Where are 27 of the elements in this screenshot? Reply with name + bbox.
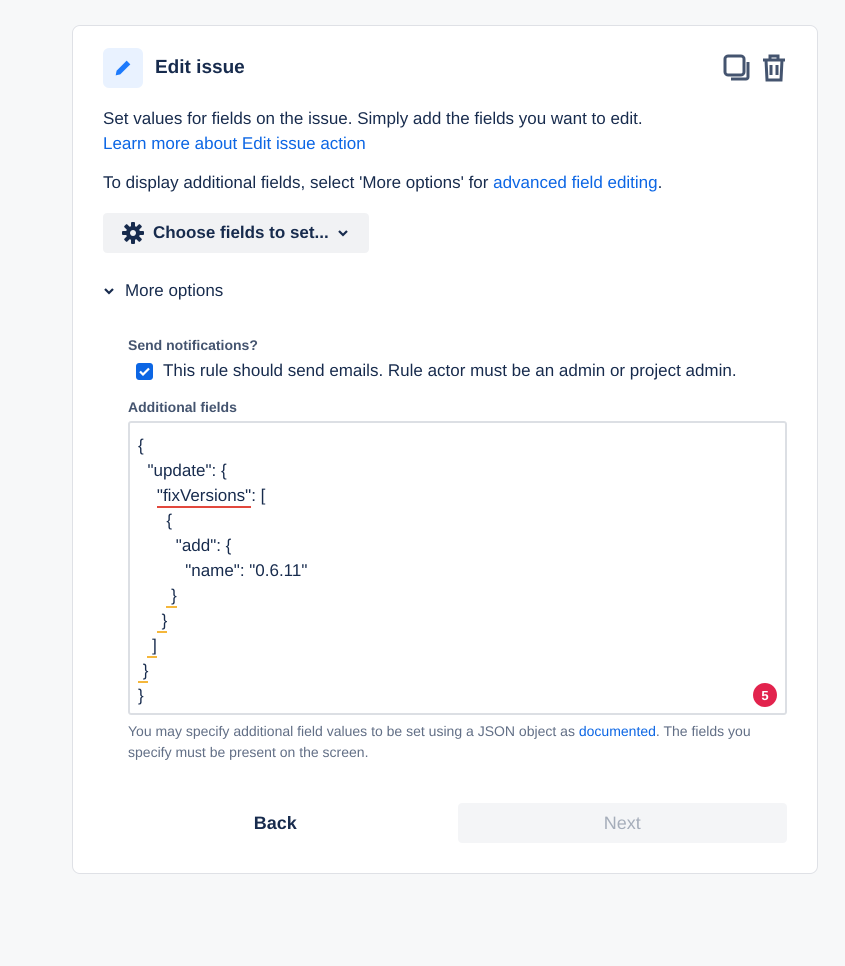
documented-link[interactable]: documented <box>578 723 656 739</box>
card-title: Edit issue <box>155 57 246 79</box>
field-label: Additional fields <box>128 399 238 415</box>
more-options-toggle[interactable]: More options <box>103 281 224 301</box>
help-text: You may specify additional field values to be set using a JSON object as documented. The fields you specify must be present on the screen. <box>128 722 752 762</box>
code-text: "name": "0.6.11" <box>185 560 308 582</box>
code-text: } <box>138 685 144 707</box>
warning-code-text: } <box>166 586 177 608</box>
hint-text: To display additional fields, select 'More options' for advanced field editing. <box>103 172 664 194</box>
error-count-badge: 5 <box>753 683 777 707</box>
back-button[interactable]: Back <box>128 803 422 843</box>
code-text: "add": { <box>176 535 232 557</box>
advanced-editing-link[interactable]: advanced field editing <box>493 173 658 192</box>
json-editor[interactable]: { "update": { "fixVersions": [ { "add": { "name": "0.6.11" } } ] } } 5 <box>128 421 787 715</box>
learn-more-link[interactable]: Learn more about Edit issue action <box>103 134 366 153</box>
code-text: : [ <box>251 485 266 507</box>
warning-code-text: } <box>156 611 168 633</box>
checkbox-label: This rule should send emails. Rule actor must be an admin or project admin. <box>163 361 737 381</box>
field-label: Send notifications? <box>128 337 259 353</box>
description-text: Set values for fields on the issue. Simply add the fields you want to edit. Learn more about Edit issue action <box>103 108 644 155</box>
warning-code-text: } <box>138 661 148 683</box>
choose-fields-button[interactable]: Choose fields to set... <box>103 213 369 253</box>
warning-code-text: ] <box>147 636 157 658</box>
code-text: "update": { <box>147 460 227 482</box>
error-code-text: "fixVersions" <box>156 486 252 508</box>
code-text: { <box>138 435 144 457</box>
code-text: { <box>166 510 172 532</box>
